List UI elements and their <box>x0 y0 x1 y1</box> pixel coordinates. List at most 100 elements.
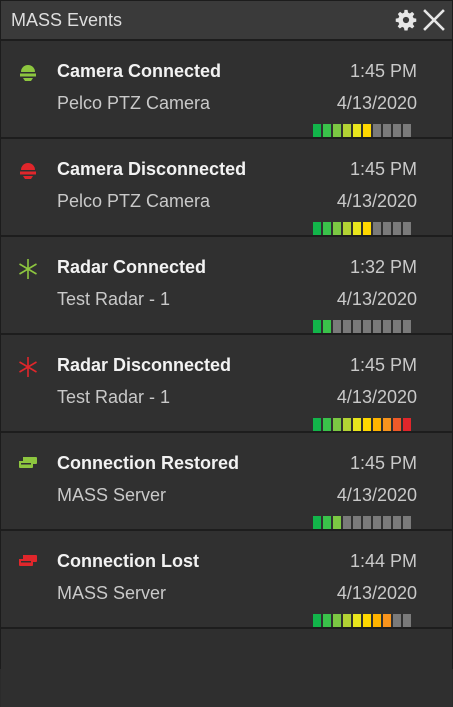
settings-button[interactable] <box>392 6 420 34</box>
camera-disconnected-icon <box>17 159 39 183</box>
event-source: Test Radar - 1 <box>57 387 171 407</box>
meter-segment <box>363 516 371 529</box>
close-icon <box>423 9 445 31</box>
meter-segment <box>313 614 321 627</box>
meter-segment <box>373 614 381 627</box>
event-item[interactable]: Connection Lost MASS Server 1:44 PM 4/13/20… <box>1 531 452 629</box>
meter-segment <box>373 418 381 431</box>
meter-segment <box>363 222 371 235</box>
connection-restored-icon <box>17 453 39 477</box>
meter-segment <box>373 516 381 529</box>
meter-segment <box>373 320 381 333</box>
event-list: Camera Connected Pelco PTZ Camera 1:45 PM 4… <box>1 41 452 629</box>
meter-segment <box>393 320 401 333</box>
event-date: 4/13/2020 <box>336 387 417 407</box>
meter-segment <box>383 516 391 529</box>
meter-segment <box>353 222 361 235</box>
event-item[interactable]: Camera Disconnected Pelco PTZ Camera 1:45 … <box>1 139 452 237</box>
signal-level-meter <box>313 516 411 529</box>
meter-segment <box>323 418 331 431</box>
meter-segment <box>373 222 381 235</box>
event-source: Pelco PTZ Camera <box>57 93 211 113</box>
gear-icon <box>395 9 417 31</box>
event-item[interactable]: Radar Disconnected Test Radar - 1 1:45 PM 4… <box>1 335 452 433</box>
meter-segment <box>383 124 391 137</box>
meter-segment <box>403 614 411 627</box>
event-source: MASS Server <box>57 485 167 505</box>
meter-segment <box>393 222 401 235</box>
meter-segment <box>383 222 391 235</box>
meter-segment <box>403 124 411 137</box>
event-source: Test Radar - 1 <box>57 289 171 309</box>
event-time: 1:45 PM <box>349 355 417 375</box>
meter-segment <box>383 614 391 627</box>
event-title: Radar Connected <box>57 257 207 277</box>
meter-segment <box>333 124 341 137</box>
event-item[interactable]: Connection Restored MASS Server 1:45 PM 4/1… <box>1 433 452 531</box>
meter-segment <box>333 222 341 235</box>
meter-segment <box>403 320 411 333</box>
meter-segment <box>343 222 351 235</box>
event-time: 1:45 PM <box>349 159 417 179</box>
meter-segment <box>313 124 321 137</box>
meter-segment <box>363 614 371 627</box>
event-time: 1:32 PM <box>349 257 417 277</box>
signal-level-meter <box>313 320 411 333</box>
meter-segment <box>313 222 321 235</box>
meter-segment <box>343 516 351 529</box>
meter-segment <box>393 124 401 137</box>
event-item[interactable]: Camera Connected Pelco PTZ Camera 1:45 PM 4… <box>1 41 452 139</box>
meter-segment <box>353 320 361 333</box>
meter-segment <box>383 418 391 431</box>
event-title: Radar Disconnected <box>57 355 232 375</box>
event-date: 4/13/2020 <box>336 191 417 211</box>
close-button[interactable] <box>420 6 448 34</box>
meter-segment <box>363 418 371 431</box>
signal-level-meter <box>313 614 411 627</box>
meter-segment <box>333 516 341 529</box>
meter-segment <box>323 222 331 235</box>
event-source: MASS Server <box>57 583 167 603</box>
event-date: 4/13/2020 <box>336 289 417 309</box>
radar-connected-icon <box>17 257 39 281</box>
panel-header: MASS Events <box>1 1 452 41</box>
event-date: 4/13/2020 <box>336 485 417 505</box>
event-title: Connection Lost <box>57 551 199 571</box>
signal-level-meter <box>313 124 411 137</box>
meter-segment <box>403 222 411 235</box>
event-title: Connection Restored <box>57 453 240 473</box>
meter-segment <box>313 418 321 431</box>
event-time: 1:45 PM <box>349 61 417 81</box>
event-item[interactable]: Radar Connected Test Radar - 1 1:32 PM 4/13… <box>1 237 452 335</box>
meter-segment <box>333 418 341 431</box>
meter-segment <box>403 516 411 529</box>
meter-segment <box>353 124 361 137</box>
meter-segment <box>353 516 361 529</box>
meter-segment <box>393 418 401 431</box>
event-time: 1:45 PM <box>349 453 417 473</box>
meter-segment <box>393 516 401 529</box>
meter-segment <box>343 418 351 431</box>
event-title: Camera Disconnected <box>57 159 247 179</box>
meter-segment <box>353 614 361 627</box>
meter-segment <box>333 320 341 333</box>
radar-disconnected-icon <box>17 355 39 379</box>
event-date: 4/13/2020 <box>336 583 417 603</box>
event-source: Pelco PTZ Camera <box>57 191 211 211</box>
meter-segment <box>373 124 381 137</box>
signal-level-meter <box>313 222 411 235</box>
empty-list-area <box>1 629 452 707</box>
meter-segment <box>323 124 331 137</box>
meter-segment <box>383 320 391 333</box>
meter-segment <box>333 614 341 627</box>
meter-segment <box>323 320 331 333</box>
meter-segment <box>313 516 321 529</box>
signal-level-meter <box>313 418 411 431</box>
meter-segment <box>323 614 331 627</box>
meter-segment <box>313 320 321 333</box>
meter-segment <box>353 418 361 431</box>
connection-lost-icon <box>17 551 39 575</box>
event-title: Camera Connected <box>57 61 222 81</box>
meter-segment <box>403 418 411 431</box>
meter-segment <box>363 124 371 137</box>
